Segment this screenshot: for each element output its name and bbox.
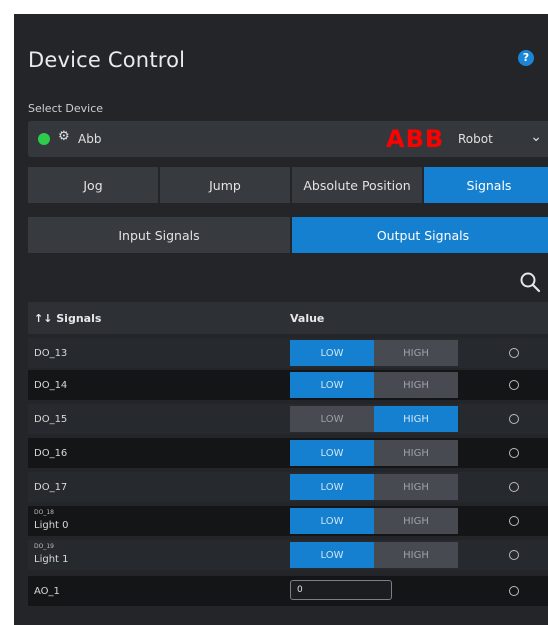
device-type: Robot	[458, 132, 493, 146]
tab-input-signals[interactable]: Input Signals	[28, 217, 290, 253]
signal-name: DO_15	[34, 414, 68, 425]
page-title: Device Control	[28, 48, 186, 72]
low-high-toggle: LOW HIGH	[290, 406, 458, 432]
table-row: AO_1 0	[28, 576, 548, 606]
value-column-header: Value	[290, 312, 325, 325]
robot-arm-icon: ⚙	[58, 129, 70, 144]
table-row: DO_14 LOW HIGH	[28, 370, 548, 400]
table-row: DO_13 LOW HIGH	[28, 338, 548, 368]
low-button[interactable]: LOW	[290, 440, 374, 466]
table-row: DO_15 LOW HIGH	[28, 404, 548, 434]
low-button[interactable]: LOW	[290, 372, 374, 398]
low-high-toggle: LOW HIGH	[290, 440, 458, 466]
table-row: DO_18 Light 0 LOW HIGH	[28, 506, 548, 536]
radio-button[interactable]	[509, 348, 519, 358]
chevron-down-icon[interactable]: ⌄	[530, 129, 542, 145]
help-icon[interactable]: ?	[518, 50, 534, 66]
signal-name: DO_19	[34, 543, 54, 550]
signal-alias: Light 1	[34, 554, 69, 565]
signals-column-header[interactable]: ↑↓ Signals	[34, 312, 101, 325]
high-button[interactable]: HIGH	[374, 406, 458, 432]
low-button[interactable]: LOW	[290, 542, 374, 568]
low-high-toggle: LOW HIGH	[290, 474, 458, 500]
high-button[interactable]: HIGH	[374, 542, 458, 568]
status-dot-icon	[38, 133, 50, 145]
analog-value-input[interactable]: 0	[290, 580, 392, 600]
search-icon[interactable]	[518, 270, 542, 294]
mode-tabs: Jog Jump Absolute Position Signals	[28, 167, 548, 203]
high-button[interactable]: HIGH	[374, 372, 458, 398]
low-high-toggle: LOW HIGH	[290, 340, 458, 366]
signal-name: DO_17	[34, 482, 68, 493]
signal-name: DO_18	[34, 509, 54, 516]
high-button[interactable]: HIGH	[374, 340, 458, 366]
signal-name: DO_14	[34, 380, 68, 391]
low-button[interactable]: LOW	[290, 508, 374, 534]
table-row: DO_19 Light 1 LOW HIGH	[28, 540, 548, 570]
signal-name: DO_16	[34, 448, 68, 459]
signal-alias: Light 0	[34, 520, 69, 531]
tab-absolute-position[interactable]: Absolute Position	[292, 167, 422, 203]
signal-name: DO_13	[34, 348, 68, 359]
radio-button[interactable]	[509, 586, 519, 596]
radio-button[interactable]	[509, 414, 519, 424]
low-button[interactable]: LOW	[290, 340, 374, 366]
device-control-panel: Device Control ? Select Device ⚙ Abb ABB…	[14, 14, 548, 625]
radio-button[interactable]	[509, 550, 519, 560]
tab-jump[interactable]: Jump	[160, 167, 290, 203]
high-button[interactable]: HIGH	[374, 440, 458, 466]
tab-jog[interactable]: Jog	[28, 167, 158, 203]
table-header: ↑↓ Signals Value	[28, 302, 548, 334]
signal-name: AO_1	[34, 586, 60, 597]
low-button[interactable]: LOW	[290, 474, 374, 500]
device-select[interactable]: ⚙ Abb ABB Robot ⌄	[28, 121, 548, 157]
radio-button[interactable]	[509, 448, 519, 458]
high-button[interactable]: HIGH	[374, 508, 458, 534]
radio-button[interactable]	[509, 516, 519, 526]
signal-type-tabs: Input Signals Output Signals	[28, 217, 548, 253]
radio-button[interactable]	[509, 380, 519, 390]
radio-button[interactable]	[509, 482, 519, 492]
low-high-toggle: LOW HIGH	[290, 508, 458, 534]
tab-signals[interactable]: Signals	[424, 167, 548, 203]
abb-logo: ABB	[386, 125, 445, 153]
tab-output-signals[interactable]: Output Signals	[292, 217, 548, 253]
device-name: Abb	[78, 132, 102, 146]
table-row: DO_17 LOW HIGH	[28, 472, 548, 502]
table-row: DO_16 LOW HIGH	[28, 438, 548, 468]
high-button[interactable]: HIGH	[374, 474, 458, 500]
select-device-label: Select Device	[28, 102, 104, 115]
low-high-toggle: LOW HIGH	[290, 542, 458, 568]
low-high-toggle: LOW HIGH	[290, 372, 458, 398]
low-button[interactable]: LOW	[290, 406, 374, 432]
